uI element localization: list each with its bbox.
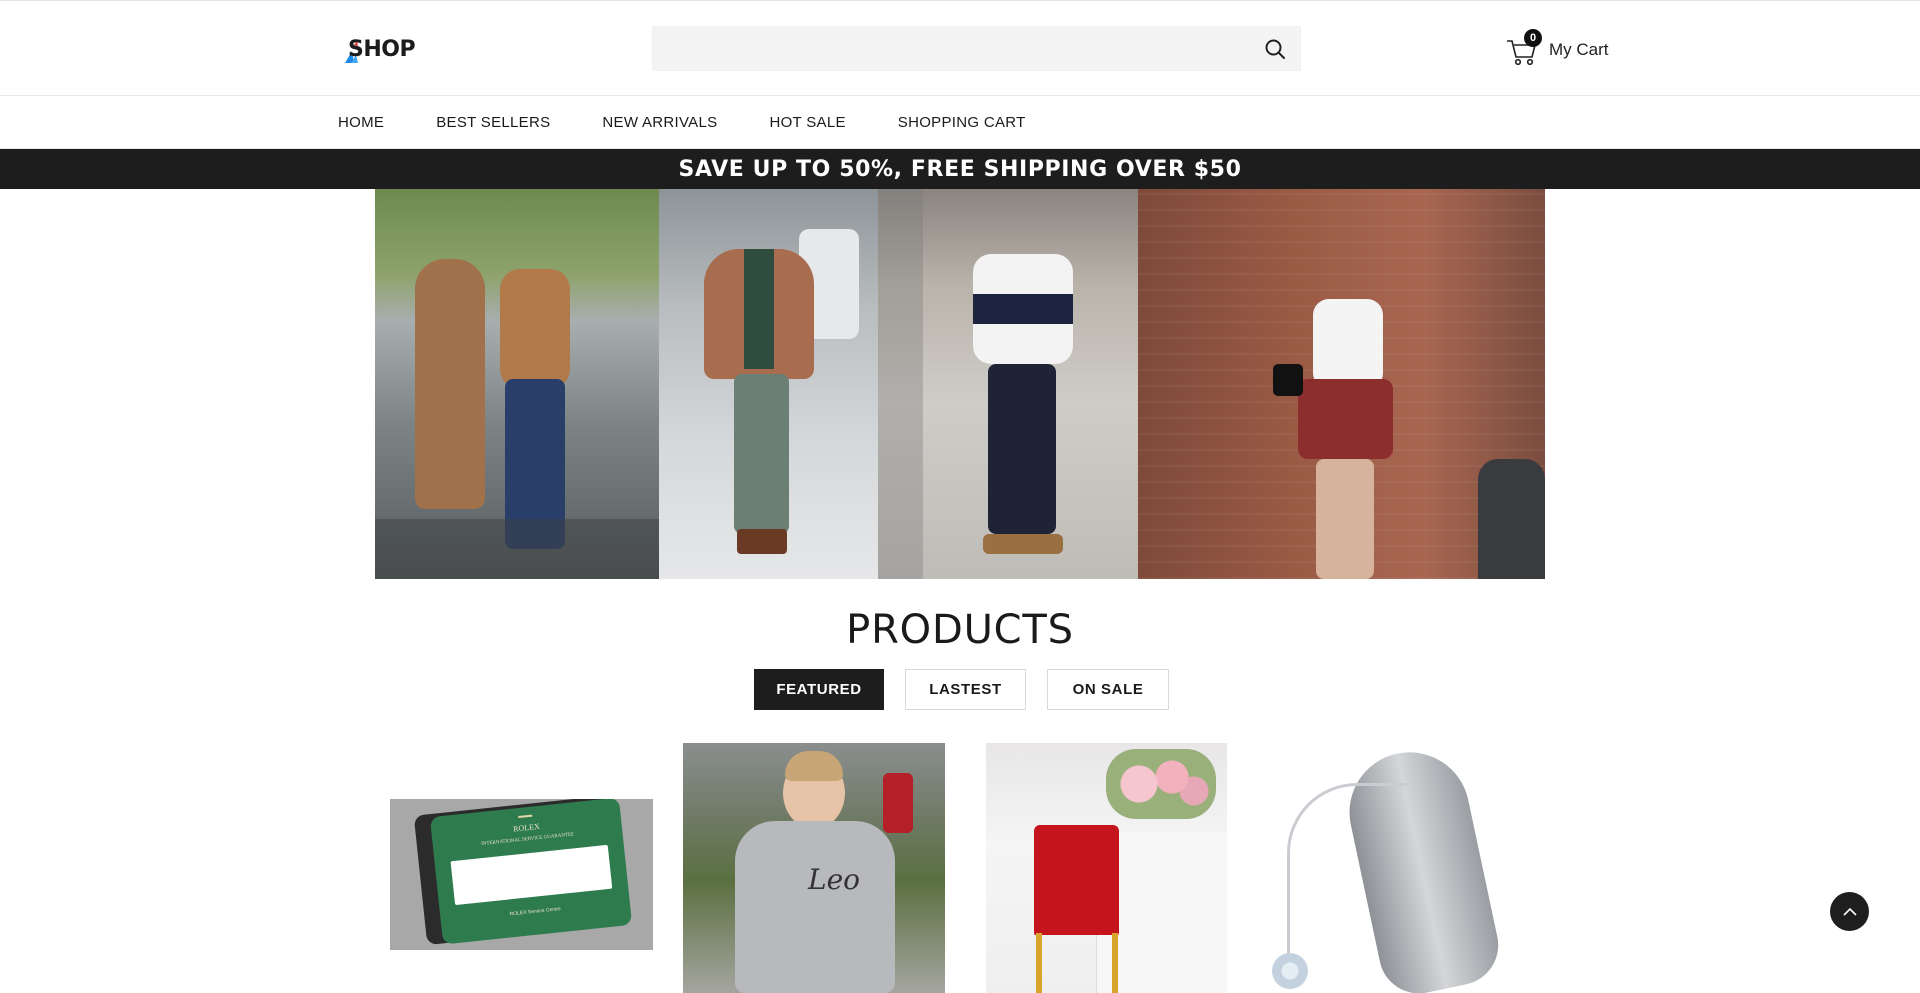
mailbox-red bbox=[883, 773, 913, 833]
nav-item-best-sellers[interactable]: BEST SELLERS bbox=[436, 114, 550, 131]
tab-on-sale[interactable]: ON SALE bbox=[1047, 669, 1169, 710]
gold-chair-legs bbox=[1036, 933, 1118, 993]
main-nav: HOME BEST SELLERS NEW ARRIVALS HOT SALE … bbox=[0, 96, 1920, 149]
tab-lastest[interactable]: LASTEST bbox=[905, 669, 1026, 710]
hero-photo-striped-tee bbox=[878, 189, 1138, 579]
hero-photo-plaid-skirt bbox=[1138, 189, 1545, 579]
promo-text: SAVE UP TO 50%, FREE SHIPPING OVER $50 bbox=[678, 156, 1242, 182]
hero-photo-street-duo bbox=[375, 189, 659, 579]
hero-photo-plaid-poncho bbox=[659, 189, 878, 579]
rolex-card-front: ROLEX INTERNATIONAL SERVICE GUARANTEE RO… bbox=[429, 799, 633, 945]
toddler-hair bbox=[785, 751, 843, 781]
search-bar bbox=[652, 26, 1301, 71]
search-button[interactable] bbox=[1264, 38, 1286, 60]
nav-item-new-arrivals[interactable]: NEW ARRIVALS bbox=[602, 114, 717, 131]
nav-item-home[interactable]: HOME bbox=[338, 114, 384, 131]
shop-logo[interactable]: SHOP bbox=[342, 35, 416, 65]
cart-count-badge: 0 bbox=[1524, 29, 1542, 47]
hero-image[interactable] bbox=[375, 189, 1545, 579]
product-tabs: FEATURED LASTEST ON SALE bbox=[754, 669, 1190, 710]
search-input[interactable] bbox=[653, 27, 1300, 70]
logo-text: SHOP bbox=[348, 37, 416, 62]
flower-arrangement bbox=[1106, 749, 1216, 819]
product-card-chair-cover[interactable] bbox=[986, 743, 1227, 993]
toddler-hoodie bbox=[735, 821, 895, 993]
site-header: SHOP 0 My Cart bbox=[0, 1, 1920, 96]
chevron-up-icon bbox=[1842, 907, 1857, 916]
nav-item-shopping-cart[interactable]: SHOPPING CART bbox=[898, 114, 1026, 131]
hearing-aid-tube bbox=[1287, 783, 1407, 973]
rolex-card-form bbox=[450, 844, 613, 906]
cart-button[interactable]: 0 My Cart bbox=[1506, 29, 1609, 66]
tab-featured[interactable]: FEATURED bbox=[754, 669, 884, 710]
product-card-hearing-aid[interactable] bbox=[1267, 743, 1537, 993]
product-card-toddler-hoodie[interactable]: Leo bbox=[683, 743, 945, 993]
cart-icon-wrap: 0 bbox=[1506, 29, 1542, 66]
nav-item-hot-sale[interactable]: HOT SALE bbox=[769, 114, 845, 131]
nav-list: HOME BEST SELLERS NEW ARRIVALS HOT SALE … bbox=[338, 96, 1078, 148]
search-icon bbox=[1265, 39, 1285, 59]
products-heading: PRODUCTS bbox=[846, 607, 1074, 653]
product-card-rolex[interactable]: ROLEX INTERNATIONAL SERVICE GUARANTEE RO… bbox=[390, 799, 653, 950]
cart-label: My Cart bbox=[1549, 40, 1609, 59]
promo-banner: SAVE UP TO 50%, FREE SHIPPING OVER $50 bbox=[0, 149, 1920, 189]
scroll-to-top-button[interactable] bbox=[1830, 892, 1869, 931]
hoodie-text: Leo bbox=[808, 863, 861, 896]
hearing-aid-tip bbox=[1272, 953, 1308, 989]
red-chair-back bbox=[1034, 825, 1119, 935]
